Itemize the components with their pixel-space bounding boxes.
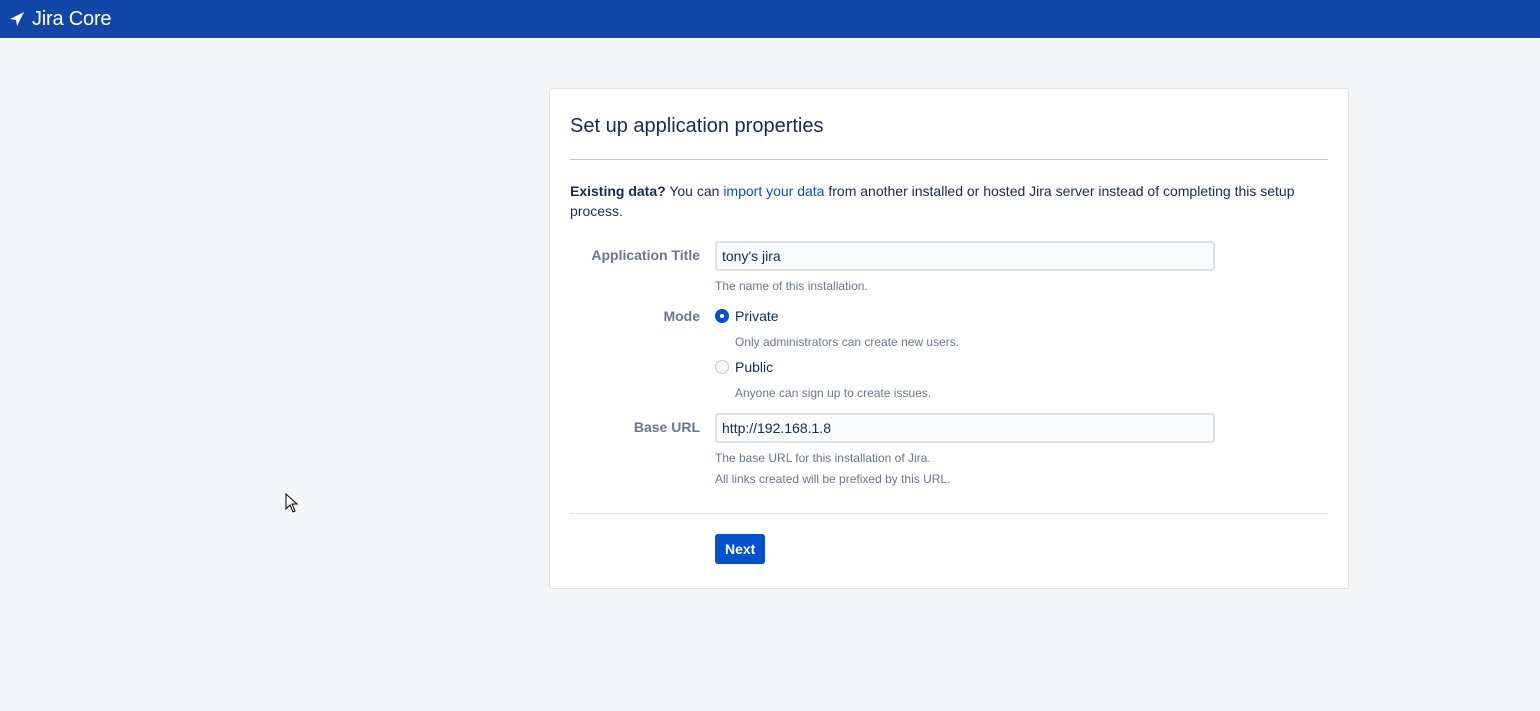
mode-public-radio[interactable] [715,360,729,374]
existing-data-message: Existing data? You can import your data … [570,181,1310,221]
logo-text: Jira Core [32,7,112,30]
footer-divider [570,513,1328,514]
base-url-label: Base URL [633,419,700,435]
application-title-label: Application Title [591,247,700,263]
application-title-input[interactable] [715,241,1215,271]
application-title-help: The name of this installation. [715,279,868,293]
mode-private-label[interactable]: Private [735,308,779,324]
base-url-help-line1: The base URL for this installation of Ji… [715,451,931,465]
jira-core-logo[interactable]: Jira Core [9,7,112,31]
import-data-link[interactable]: import your data [723,183,824,199]
mode-private-radio[interactable] [715,309,729,323]
mode-private-help: Only administrators can create new users… [735,335,960,349]
next-button[interactable]: Next [715,534,766,564]
top-navigation-bar: Jira Core [0,0,1540,38]
intro-text-before: You can [665,183,724,199]
mouse-pointer-icon [285,493,299,513]
base-url-input[interactable] [715,413,1215,443]
jira-arrow-icon [10,12,24,26]
title-divider [570,159,1328,160]
existing-data-label: Existing data? [570,183,666,199]
setup-panel: Set up application properties Existing d… [549,88,1349,589]
mode-public-help: Anyone can sign up to create issues. [735,386,932,400]
page-title: Set up application properties [570,115,824,137]
mode-public-label[interactable]: Public [735,359,773,375]
mode-label: Mode [663,308,700,324]
base-url-help-line2: All links created will be prefixed by th… [715,472,951,486]
